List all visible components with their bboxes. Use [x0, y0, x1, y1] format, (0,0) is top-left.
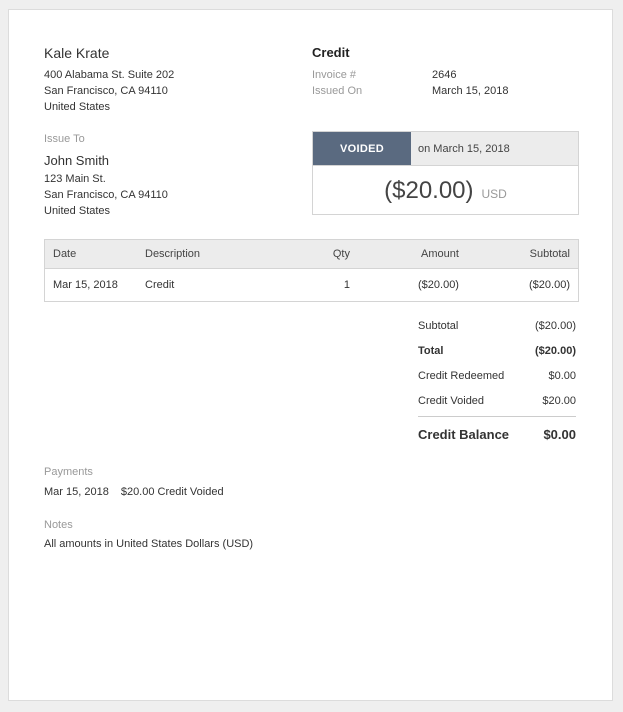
status-box: VOIDED on March 15, 2018 ($20.00) USD — [312, 131, 579, 215]
client-address-line: 123 Main St. — [44, 173, 106, 185]
cell-subtotal: ($20.00) — [529, 279, 570, 291]
cell-date: Mar 15, 2018 — [53, 279, 118, 291]
company-name: Kale Krate — [44, 45, 110, 61]
credit-document: Kale Krate 400 Alabama St. Suite 202 San… — [8, 9, 613, 701]
client-address-line: San Francisco, CA 94110 — [44, 189, 168, 201]
document-meta: Invoice # 2646 Issued On March 15, 2018 — [312, 67, 508, 99]
status-badge: VOIDED — [313, 132, 411, 165]
notes-label: Notes — [44, 519, 73, 531]
subtotal-value: ($20.00) — [535, 319, 576, 332]
issued-on-row: Issued On March 15, 2018 — [312, 83, 508, 99]
subtotal-label: Subtotal — [418, 319, 459, 332]
credit-balance-label: Credit Balance — [418, 426, 510, 442]
credit-balance-value: $0.00 — [543, 426, 576, 442]
table-row: Mar 15, 2018 Credit 1 ($20.00) ($20.00) — [45, 269, 578, 301]
credit-voided-row: Credit Voided $20.00 — [418, 388, 576, 413]
client-name: John Smith — [44, 153, 110, 168]
company-address: 400 Alabama St. Suite 202 San Francisco,… — [44, 67, 174, 115]
header-subtotal: Subtotal — [529, 248, 570, 260]
totals-summary: Subtotal ($20.00) Total ($20.00) Credit … — [418, 313, 576, 449]
company-address-line: 400 Alabama St. Suite 202 — [44, 69, 175, 81]
notes-text: All amounts in United States Dollars (US… — [44, 538, 254, 550]
document-type: Credit — [312, 45, 350, 60]
header-amount: Amount — [421, 248, 459, 260]
status-amount: ($20.00) USD — [313, 166, 578, 216]
subtotal-row: Subtotal ($20.00) — [418, 313, 576, 338]
header-qty: Qty — [332, 248, 350, 260]
client-address: 123 Main St. San Francisco, CA 94110 Uni… — [44, 171, 168, 219]
invoice-number-row: Invoice # 2646 — [312, 67, 508, 83]
cell-amount: ($20.00) — [418, 279, 459, 291]
invoice-number-value: 2646 — [432, 69, 457, 81]
issue-to-label: Issue To — [44, 133, 85, 145]
credit-balance-row: Credit Balance $0.00 — [418, 419, 576, 449]
invoice-number-label: Invoice # — [312, 69, 357, 81]
total-row: Total ($20.00) — [418, 338, 576, 363]
payments-label: Payments — [44, 466, 93, 478]
company-address-line: United States — [44, 101, 111, 113]
credit-redeemed-label: Credit Redeemed — [418, 369, 505, 382]
payment-entry: Mar 15, 2018 $20.00 Credit Voided — [44, 486, 224, 498]
credit-redeemed-value: $0.00 — [548, 369, 576, 382]
credit-amount: ($20.00) — [384, 177, 474, 204]
payment-description: $20.00 Credit Voided — [120, 486, 224, 498]
status-date: on March 15, 2018 — [411, 132, 578, 165]
credit-voided-value: $20.00 — [542, 394, 576, 407]
header-description: Description — [145, 248, 201, 260]
totals-divider — [418, 416, 576, 417]
header-date: Date — [53, 248, 77, 260]
issued-on-label: Issued On — [312, 85, 363, 97]
credit-voided-label: Credit Voided — [418, 394, 485, 407]
table-header: Date Description Qty Amount Subtotal — [45, 240, 578, 269]
client-address-line: United States — [44, 205, 111, 217]
total-value: ($20.00) — [535, 344, 576, 357]
company-address-line: San Francisco, CA 94110 — [44, 85, 168, 97]
credit-redeemed-row: Credit Redeemed $0.00 — [418, 363, 576, 388]
total-label: Total — [418, 344, 444, 357]
status-header: VOIDED on March 15, 2018 — [313, 132, 578, 166]
line-items-table: Date Description Qty Amount Subtotal Mar… — [44, 239, 579, 302]
currency-code: USD — [481, 187, 507, 201]
cell-qty: 1 — [343, 279, 350, 291]
cell-description: Credit — [145, 279, 175, 291]
payment-date: Mar 15, 2018 — [44, 486, 109, 498]
issued-on-value: March 15, 2018 — [432, 85, 509, 97]
